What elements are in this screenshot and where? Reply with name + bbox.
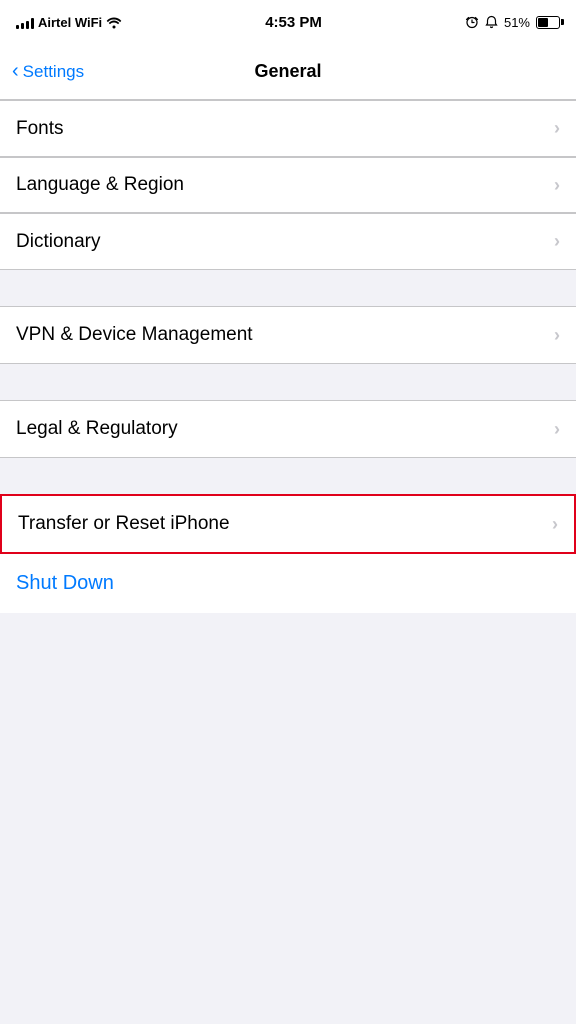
status-right: 51% bbox=[465, 15, 560, 30]
dictionary-chevron-icon: › bbox=[554, 231, 560, 252]
legal-item[interactable]: Legal & Regulatory › bbox=[0, 401, 576, 457]
bell-icon bbox=[485, 15, 498, 29]
shut-down-section: Shut Down bbox=[0, 554, 576, 613]
fonts-label: Fonts bbox=[16, 118, 64, 140]
vpn-chevron-icon: › bbox=[554, 325, 560, 346]
separator-1 bbox=[0, 270, 576, 306]
battery-percent: 51% bbox=[504, 15, 530, 30]
alarm-icon bbox=[465, 15, 479, 29]
battery-icon bbox=[536, 16, 560, 29]
vpn-item[interactable]: VPN & Device Management › bbox=[0, 307, 576, 363]
section-group-3: Legal & Regulatory › bbox=[0, 400, 576, 458]
status-bar: Airtel WiFi 4:53 PM 51% bbox=[0, 0, 576, 44]
legal-label: Legal & Regulatory bbox=[16, 418, 178, 440]
section-group-1: Fonts › Language & Region › Dictionary › bbox=[0, 100, 576, 270]
dictionary-item[interactable]: Dictionary › bbox=[0, 213, 576, 269]
transfer-reset-label: Transfer or Reset iPhone bbox=[18, 513, 230, 535]
fonts-chevron-icon: › bbox=[554, 118, 560, 139]
language-region-chevron-icon: › bbox=[554, 175, 560, 196]
wifi-icon bbox=[106, 15, 122, 29]
back-label: Settings bbox=[23, 62, 84, 82]
shut-down-button[interactable]: Shut Down bbox=[16, 572, 114, 595]
back-button[interactable]: ‹ Settings bbox=[12, 62, 84, 82]
legal-chevron-icon: › bbox=[554, 419, 560, 440]
carrier-label: Airtel WiFi bbox=[38, 15, 102, 30]
status-time: 4:53 PM bbox=[265, 14, 322, 31]
transfer-reset-item[interactable]: Transfer or Reset iPhone › bbox=[2, 496, 574, 552]
dictionary-label: Dictionary bbox=[16, 231, 100, 253]
signal-icon bbox=[16, 15, 34, 29]
section-group-2: VPN & Device Management › bbox=[0, 306, 576, 364]
status-left: Airtel WiFi bbox=[16, 15, 122, 30]
language-region-label: Language & Region bbox=[16, 174, 184, 196]
fonts-item[interactable]: Fonts › bbox=[0, 101, 576, 157]
nav-bar: ‹ Settings General bbox=[0, 44, 576, 100]
page-title: General bbox=[254, 61, 321, 82]
settings-content: Fonts › Language & Region › Dictionary ›… bbox=[0, 100, 576, 613]
language-region-item[interactable]: Language & Region › bbox=[0, 157, 576, 213]
transfer-reset-chevron-icon: › bbox=[552, 514, 558, 535]
back-chevron-icon: ‹ bbox=[12, 61, 19, 81]
section-group-4: Transfer or Reset iPhone › bbox=[0, 494, 576, 554]
separator-3 bbox=[0, 458, 576, 494]
separator-2 bbox=[0, 364, 576, 400]
vpn-label: VPN & Device Management bbox=[16, 324, 253, 346]
